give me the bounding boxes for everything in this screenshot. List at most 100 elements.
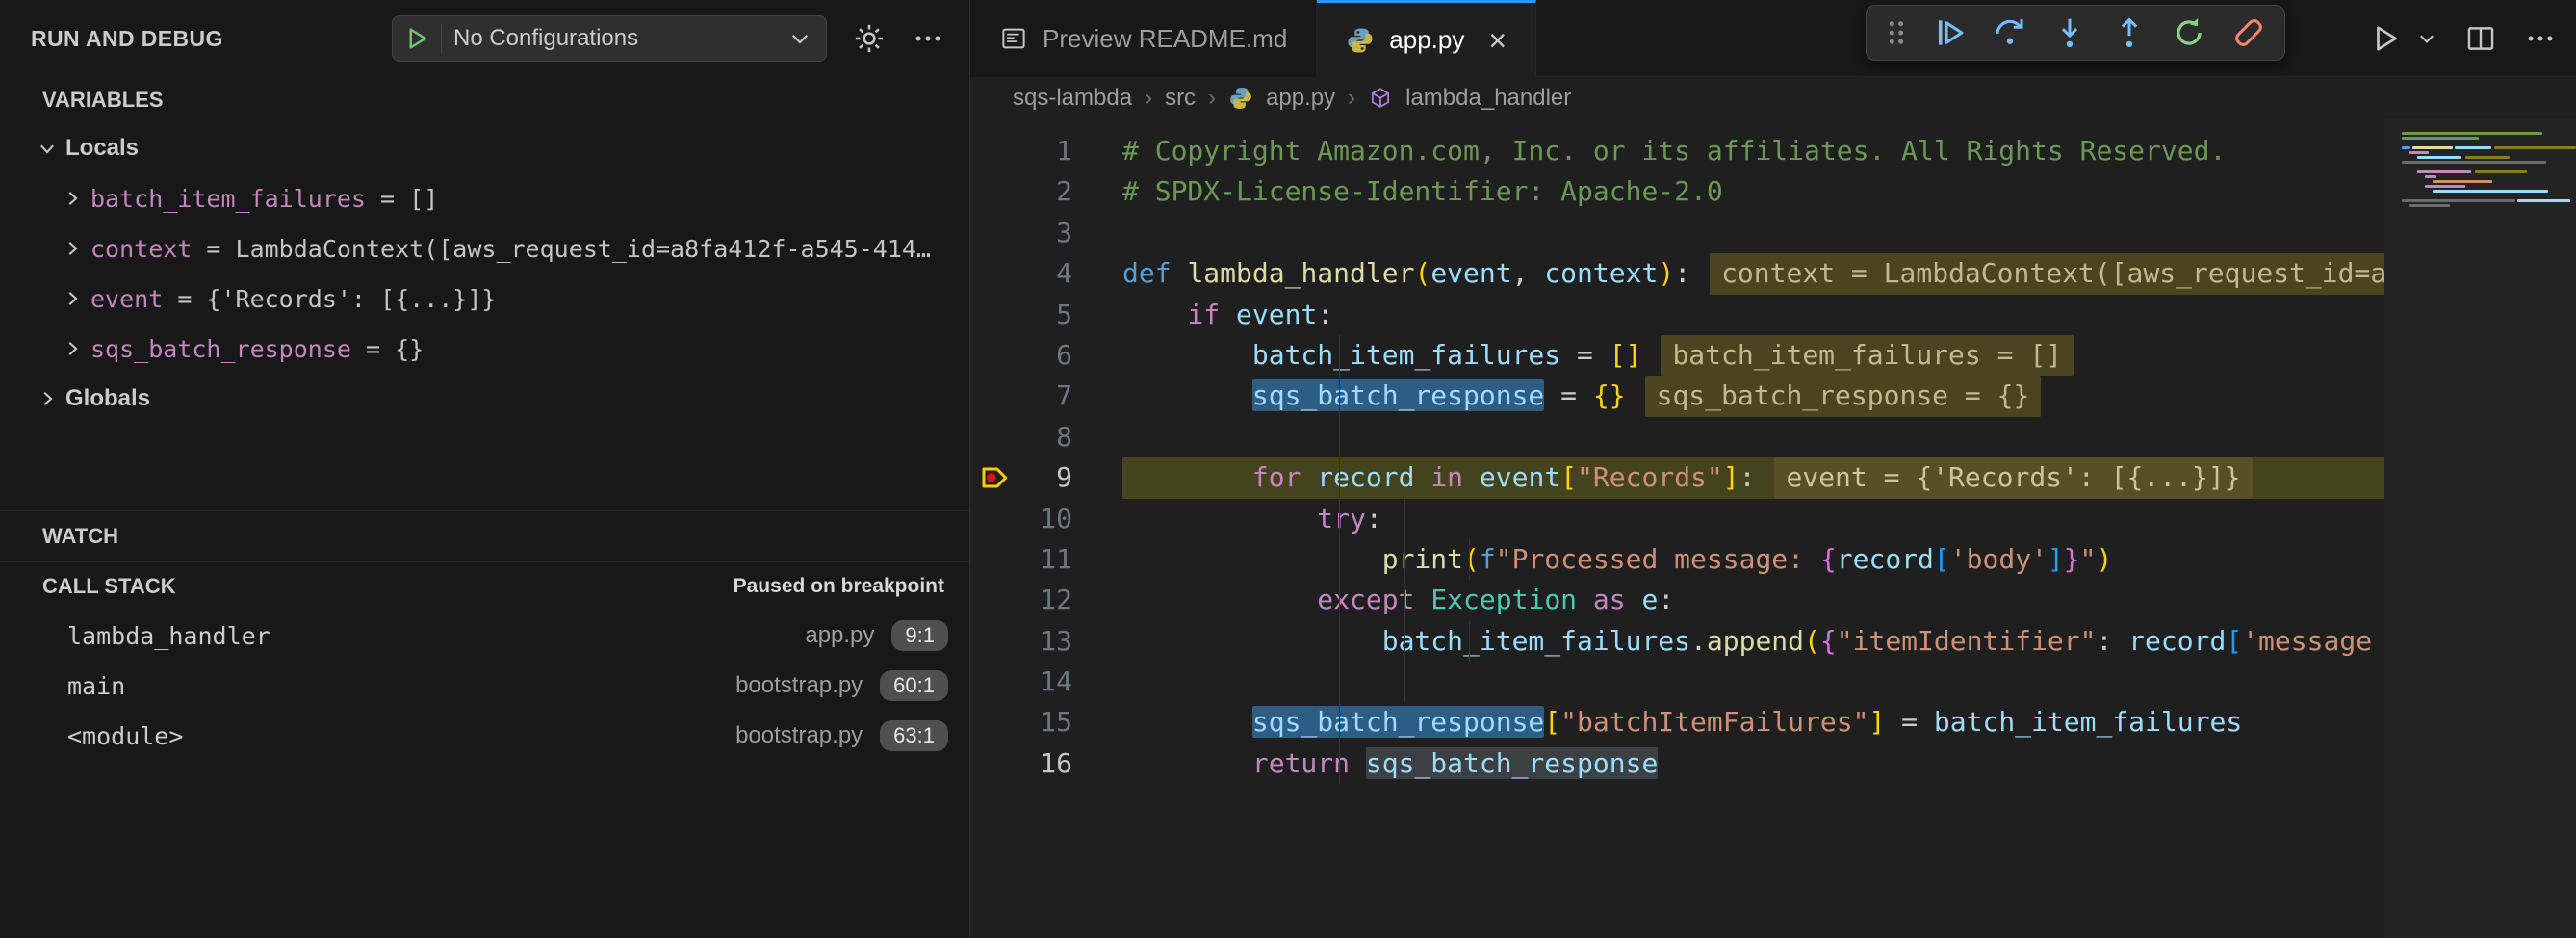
minimap[interactable]	[2384, 119, 2576, 938]
code-line[interactable]: 4def lambda_handler(event, context):cont…	[970, 253, 2576, 294]
gutter[interactable]: 9	[970, 457, 1122, 498]
code-token: [	[1560, 461, 1577, 493]
code-line[interactable]: 16 return sqs_batch_response	[970, 743, 2576, 784]
editor-group: Preview README.md app.py ×	[970, 0, 2576, 938]
code-token: for	[1252, 461, 1301, 493]
paused-status-badge: Paused on breakpoint	[734, 575, 969, 598]
line-number: 4	[970, 253, 1122, 294]
stack-frame-row[interactable]: lambda_handlerapp.py9:1	[0, 611, 969, 661]
gutter[interactable]: 1	[970, 131, 1122, 171]
close-icon[interactable]: ×	[1488, 25, 1507, 56]
tab-preview-readme[interactable]: Preview README.md	[970, 0, 1317, 77]
scope-row-globals[interactable]: Globals	[0, 374, 969, 424]
chevron-collapsed-icon	[37, 388, 58, 409]
gutter[interactable]: 16	[970, 743, 1122, 784]
gutter[interactable]: 7	[970, 376, 1122, 416]
code-token	[1577, 584, 1593, 615]
variables-section-header[interactable]: VARIABLES	[0, 77, 969, 123]
code-line[interactable]: 14	[970, 662, 2576, 702]
gutter[interactable]: 3	[970, 213, 1122, 253]
code-line[interactable]: 2# SPDX-License-Identifier: Apache-2.0	[970, 171, 2576, 212]
gutter[interactable]: 2	[970, 171, 1122, 212]
watch-section-header[interactable]: WATCH	[0, 511, 969, 561]
gutter[interactable]: 10	[970, 499, 1122, 539]
code-line[interactable]: 7 sqs_batch_response = {}sqs_batch_respo…	[970, 376, 2576, 416]
code-line[interactable]: 15 sqs_batch_response["batchItemFailures…	[970, 702, 2576, 743]
minimap-line	[2402, 203, 2576, 208]
drag-grip[interactable]	[1884, 16, 1909, 49]
continue-icon[interactable]	[1932, 14, 1969, 51]
step-over-icon[interactable]	[1992, 14, 2028, 51]
code-line[interactable]: 11 print(f"Processed message: {record['b…	[970, 539, 2576, 580]
run-dropdown-chevron-icon[interactable]	[2416, 28, 2437, 49]
code-token: if	[1187, 299, 1220, 330]
frame-name: main	[67, 672, 125, 700]
gutter[interactable]: 11	[970, 539, 1122, 580]
stack-frame-row[interactable]: <module>bootstrap.py63:1	[0, 711, 969, 761]
code-token: # SPDX-License-Identifier: Apache-2.0	[1122, 175, 1723, 207]
call-stack-section-header[interactable]: CALL STACK Paused on breakpoint	[0, 562, 969, 611]
run-python-file-icon[interactable]	[2368, 21, 2403, 56]
code-token	[1122, 543, 1382, 575]
code-area[interactable]: 1# Copyright Amazon.com, Inc. or its aff…	[970, 119, 2576, 938]
scope-row-locals[interactable]: Locals	[0, 123, 969, 173]
code-line-content: if event:	[1122, 295, 2576, 335]
restart-icon[interactable]	[2171, 14, 2207, 51]
gutter[interactable]: 8	[970, 417, 1122, 457]
gutter[interactable]: 4	[970, 253, 1122, 294]
variable-row[interactable]: event = {'Records': [{...}]}	[0, 274, 969, 324]
code-line[interactable]: 5 if event:	[970, 295, 2576, 335]
line-number: 7	[970, 376, 1122, 416]
code-line[interactable]: 10 try:	[970, 499, 2576, 539]
python-icon	[1228, 86, 1253, 111]
more-actions-icon[interactable]	[2524, 22, 2557, 55]
gutter[interactable]: 6	[970, 335, 1122, 376]
code-token: :	[1674, 257, 1690, 289]
more-actions-icon[interactable]	[912, 22, 944, 55]
code-line[interactable]: 12 except Exception as e:	[970, 580, 2576, 620]
breadcrumb-separator: ›	[1208, 85, 1216, 112]
minimap-segment	[2433, 180, 2492, 183]
code-line[interactable]: 6 batch_item_failures = []batch_item_fai…	[970, 335, 2576, 376]
chevron-down-icon[interactable]	[787, 26, 812, 51]
code-line[interactable]: 3	[970, 213, 2576, 253]
indent-guide	[1404, 539, 1405, 580]
run-icon[interactable]	[402, 24, 431, 53]
breadcrumb-item[interactable]: sqs-lambda	[1013, 85, 1132, 112]
gutter[interactable]: 14	[970, 662, 1122, 702]
inline-debug-value: context = LambdaContext([aws_request_id=…	[1710, 253, 2398, 294]
disconnect-icon[interactable]	[2230, 14, 2267, 51]
code-line[interactable]: 13 batch_item_failures.append({"itemIden…	[970, 621, 2576, 662]
chevron-expanded-icon	[13, 576, 35, 597]
stack-frame-row[interactable]: mainbootstrap.py60:1	[0, 661, 969, 711]
variable-row[interactable]: context = LambdaContext([aws_request_id=…	[0, 223, 969, 274]
split-editor-icon[interactable]	[2464, 22, 2497, 55]
gutter[interactable]: 5	[970, 295, 1122, 335]
debug-config-dropdown[interactable]: No Configurations	[392, 15, 827, 62]
code-line[interactable]: 9 for record in event["Records"]:event =…	[970, 457, 2576, 498]
breadcrumb-item[interactable]: src	[1165, 85, 1196, 112]
breadcrumb-separator: ›	[1145, 85, 1152, 112]
code-token	[1122, 461, 1252, 493]
gutter[interactable]: 15	[970, 702, 1122, 743]
code-token: batch_item_failures	[1382, 625, 1690, 657]
code-line-content: def lambda_handler(event, context):conte…	[1122, 253, 2576, 294]
code-token: .	[1690, 625, 1707, 657]
breadcrumb-item[interactable]: lambda_handler	[1405, 85, 1571, 112]
step-out-icon[interactable]	[2111, 14, 2148, 51]
gutter[interactable]: 13	[970, 621, 1122, 662]
code-token: Exception	[1430, 584, 1577, 615]
chevron-expanded-icon	[13, 90, 35, 111]
code-line[interactable]: 1# Copyright Amazon.com, Inc. or its aff…	[970, 131, 2576, 171]
breadcrumb-item[interactable]: app.py	[1266, 85, 1335, 112]
code-token: sqs_batch_response	[1366, 747, 1658, 779]
variable-row[interactable]: sqs_batch_response = {}	[0, 324, 969, 374]
breakpoint-icon[interactable]	[978, 460, 1013, 495]
tab-app-py[interactable]: app.py ×	[1317, 0, 1536, 77]
symbol-cube-icon	[1368, 86, 1393, 111]
gear-icon[interactable]	[852, 21, 887, 56]
step-into-icon[interactable]	[2051, 14, 2088, 51]
gutter[interactable]: 12	[970, 580, 1122, 620]
variable-row[interactable]: batch_item_failures = []	[0, 173, 969, 223]
code-line[interactable]: 8	[970, 417, 2576, 457]
